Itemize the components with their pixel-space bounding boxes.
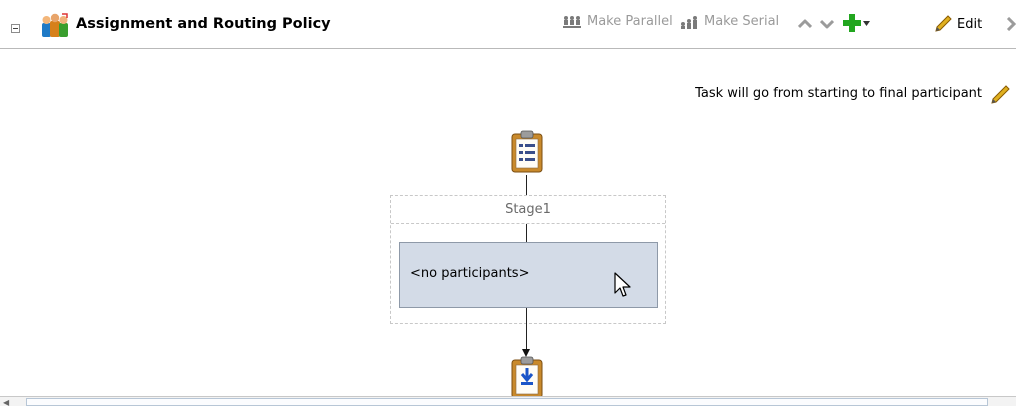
make-serial-button[interactable]: Make Serial [680, 14, 779, 29]
make-parallel-button[interactable]: Make Parallel [563, 14, 673, 29]
mouse-cursor-icon [614, 272, 631, 297]
chevron-down-icon[interactable] [820, 19, 834, 29]
connector-line [526, 224, 527, 242]
add-button[interactable] [842, 13, 872, 33]
make-parallel-label: Make Parallel [587, 14, 673, 29]
connector-line [526, 175, 527, 195]
chevron-right-icon[interactable] [1006, 17, 1016, 31]
participant-placeholder: <no participants> [410, 266, 530, 281]
page-title: Assignment and Routing Policy [76, 16, 331, 32]
task-end-icon [511, 356, 543, 399]
pencil-icon[interactable] [989, 84, 1011, 106]
add-icon [843, 14, 861, 32]
serial-icon [681, 15, 697, 29]
collapse-icon[interactable] [11, 24, 20, 33]
make-serial-label: Make Serial [704, 14, 780, 29]
task-start-icon [511, 130, 543, 173]
routing-policy-icon [42, 13, 68, 37]
edit-label: Edit [957, 16, 983, 32]
connector-line [526, 308, 527, 350]
policy-header: Assignment and Routing Policy Make Paral… [0, 0, 1016, 49]
chevron-up-icon[interactable] [798, 19, 812, 29]
stage-title: Stage1 [391, 196, 665, 224]
dropdown-arrow-icon [863, 21, 870, 26]
pencil-icon [935, 15, 952, 32]
routing-hint: Task will go from starting to final part… [695, 86, 982, 101]
edit-button[interactable]: Edit [933, 14, 982, 34]
scrollbar-thumb[interactable] [26, 398, 988, 406]
parallel-icon [563, 15, 581, 28]
